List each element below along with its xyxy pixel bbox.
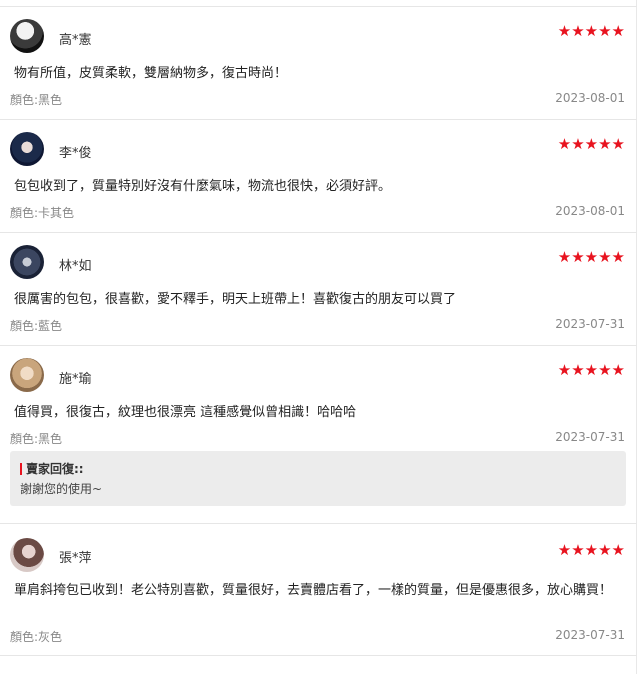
reviewer-name: 李*俊 [59,146,92,161]
reviewer-name: 張*萍 [59,551,92,566]
reviewer-name: 林*如 [59,259,92,274]
review-list: 高*憲 ★★★★★ 物有所值，皮質柔軟，雙層納物多，復古時尚！ 顏色:黑色 20… [0,0,637,674]
rating-stars: ★★★★★ [557,135,625,153]
review-text: 值得買，很復古，紋理也很漂亮 這種感覺似曾相識！哈哈哈 [14,405,357,420]
review-item: 林*如 ★★★★★ 很厲害的包包，很喜歡，愛不釋手，明天上班帶上！喜歡復古的朋友… [0,232,637,345]
reviewer-name: 高*憲 [59,33,92,48]
review-item: 高*憲 ★★★★★ 物有所值，皮質柔軟，雙層納物多，復古時尚！ 顏色:黑色 20… [0,6,637,119]
rating-stars: ★★★★★ [557,22,625,40]
accent-bar [20,462,22,475]
avatar[interactable] [10,132,44,166]
variant-color: 顏色:黑色 [10,432,63,446]
review-date: 2023-08-01 [555,204,625,218]
avatar[interactable] [10,245,44,279]
rating-stars: ★★★★★ [557,361,625,379]
review-date: 2023-07-31 [555,628,625,642]
review-item: 施*瑜 ★★★★★ 值得買，很復古，紋理也很漂亮 這種感覺似曾相識！哈哈哈 顏色… [0,345,637,523]
seller-reply-text: 謝謝您的使用~ [20,482,103,496]
review-text: 單肩斜挎包已收到！老公特別喜歡，質量很好，去賣體店看了，一樣的質量，但是優惠很多… [14,583,613,598]
variant-color: 顏色:藍色 [10,319,63,333]
avatar[interactable] [10,19,44,53]
seller-reply-title: 賣家回復:: [20,460,616,477]
review-text: 包包收到了，質量特別好沒有什麼氣味，物流也很快，必須好評。 [14,179,392,194]
avatar[interactable] [10,538,44,572]
review-item: 張*萍 ★★★★★ 單肩斜挎包已收到！老公特別喜歡，質量很好，去賣體店看了，一樣… [0,523,637,656]
rating-stars: ★★★★★ [557,541,625,559]
seller-reply-label: 賣家回復:: [26,462,84,476]
variant-color: 顏色:卡其色 [10,206,75,220]
review-text: 很厲害的包包，很喜歡，愛不釋手，明天上班帶上！喜歡復古的朋友可以買了 [14,292,457,307]
review-text: 物有所值，皮質柔軟，雙層納物多，復古時尚！ [14,66,288,81]
avatar[interactable] [10,358,44,392]
review-date: 2023-07-31 [555,317,625,331]
variant-color: 顏色:黑色 [10,93,63,107]
review-item: 李*俊 ★★★★★ 包包收到了，質量特別好沒有什麼氣味，物流也很快，必須好評。 … [0,119,637,232]
review-date: 2023-08-01 [555,91,625,105]
reviewer-name: 施*瑜 [59,372,92,387]
rating-stars: ★★★★★ [557,248,625,266]
variant-color: 顏色:灰色 [10,630,63,644]
review-date: 2023-07-31 [555,430,625,444]
seller-reply: 賣家回復:: 謝謝您的使用~ [10,451,626,506]
